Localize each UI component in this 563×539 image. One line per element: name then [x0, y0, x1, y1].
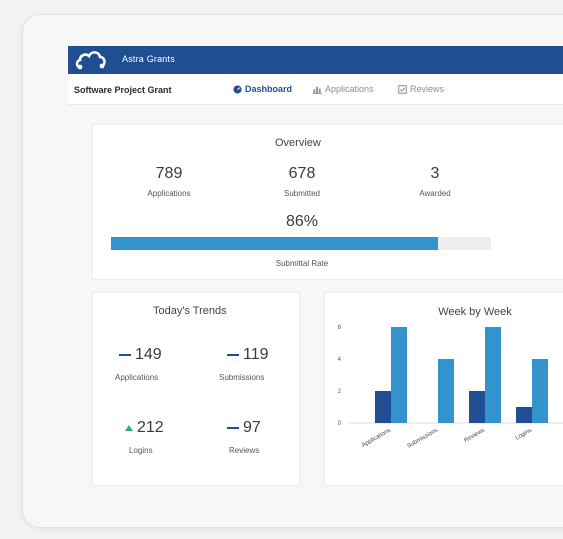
x-tick-label: Submissions	[407, 428, 439, 450]
tab-applications-label: Applications	[325, 84, 374, 94]
trends-title: Today's Trends	[153, 305, 227, 317]
tab-dashboard[interactable]: Dashboard	[233, 84, 292, 94]
brand-name: Astra Grants	[122, 54, 175, 64]
trend-applications-number: 149	[135, 346, 162, 363]
flat-trend-icon	[119, 354, 131, 356]
tab-dashboard-label: Dashboard	[245, 84, 293, 94]
x-tick-label: Applications	[361, 428, 392, 449]
bar-logins-1	[516, 407, 532, 423]
submittal-rate-bar	[111, 237, 491, 250]
tab-reviews[interactable]: Reviews	[398, 84, 444, 94]
project-name: Software Project Grant	[74, 85, 172, 95]
overview-card: Overview 789 Applications 678 Submitted …	[92, 124, 563, 280]
y-tick-label: 4	[338, 357, 342, 363]
stat-submitted-label: Submitted	[283, 189, 321, 198]
chart-title: Week by Week	[438, 306, 512, 318]
stat-awarded-label: Awarded	[419, 189, 451, 198]
trend-reviews-label: Reviews	[229, 446, 260, 455]
trend-submissions-value: 119	[227, 346, 269, 364]
flat-trend-icon	[227, 427, 239, 429]
sub-navigation: Software Project Grant Dashboard Applica…	[68, 74, 563, 105]
y-tick-label: 2	[338, 389, 342, 395]
trend-logins-label: Logins	[129, 446, 153, 455]
trend-reviews-value: 97	[227, 419, 261, 437]
bar-submissions-2	[438, 359, 454, 423]
y-tick-label: 0	[338, 421, 342, 427]
trend-applications-value: 149	[119, 346, 162, 364]
bar-applications-1	[375, 391, 391, 423]
week-by-week-chart: Week by Week 0 2 4 6 Applications Submissions…	[338, 306, 563, 450]
bar-applications-2	[391, 327, 407, 423]
submittal-rate-fill	[111, 237, 438, 250]
bar-reviews-2	[485, 327, 501, 423]
bar-logins-2	[532, 359, 548, 423]
overview-title: Overview	[275, 137, 321, 149]
cloud-logo-icon	[75, 51, 106, 70]
stat-awarded-value: 3	[430, 165, 440, 182]
week-chart-card: Week by Week 0 2 4 6 Applications Submissions…	[324, 292, 563, 486]
y-tick-label: 6	[338, 325, 342, 331]
up-arrow-icon	[125, 425, 133, 431]
trend-logins-number: 212	[137, 419, 164, 436]
trend-applications-label: Applications	[115, 373, 159, 382]
reviews-icon	[398, 84, 407, 94]
stat-applications-value: 789	[155, 165, 183, 182]
dashboard-icon	[233, 84, 242, 94]
x-tick-label: Reviews	[463, 428, 486, 445]
tab-applications[interactable]: Applications	[313, 84, 374, 94]
submittal-rate-label: Submittal Rate	[275, 259, 329, 268]
trend-submissions-number: 119	[243, 346, 269, 363]
stat-applications-label: Applications	[147, 189, 191, 198]
x-tick-label: Logins	[515, 428, 533, 442]
applications-icon	[313, 86, 322, 94]
trend-logins-value: 212	[125, 419, 164, 437]
flat-trend-icon	[227, 354, 239, 356]
bar-reviews-1	[469, 391, 485, 423]
trends-card: Today's Trends 149 Applications 119 Subm…	[92, 292, 300, 486]
stat-submitted-value: 678	[288, 165, 316, 182]
submittal-rate-value: 86%	[285, 213, 319, 230]
tab-reviews-label: Reviews	[410, 84, 445, 94]
trend-reviews-number: 97	[243, 419, 261, 436]
trend-submissions-label: Submissions	[219, 373, 265, 382]
top-bar: Astra Grants	[68, 46, 563, 74]
